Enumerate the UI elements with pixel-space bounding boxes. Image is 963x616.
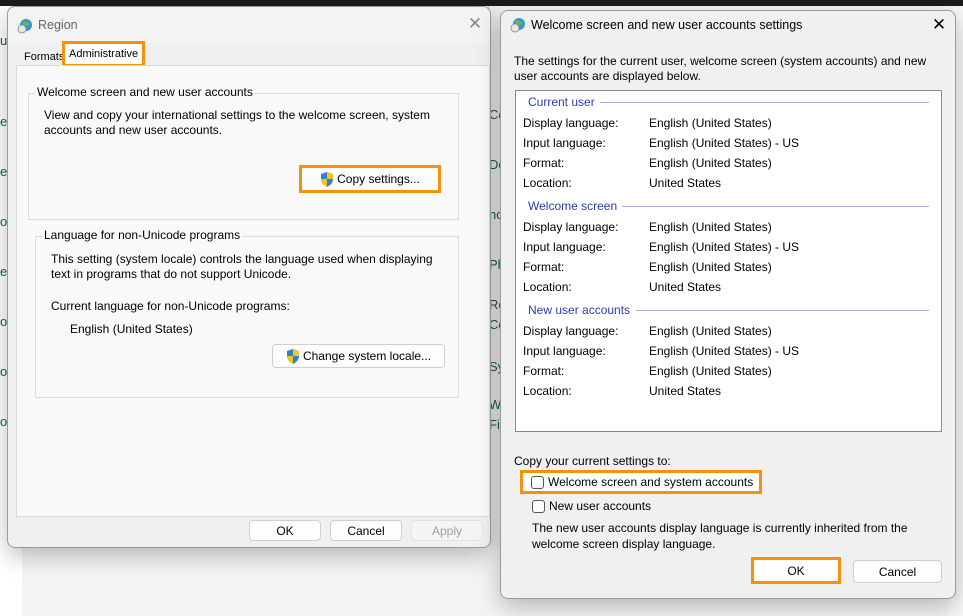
button-label: Copy settings...: [337, 172, 420, 186]
row-label: Location:: [523, 384, 572, 398]
divider: [622, 206, 929, 207]
title-bar: Welcome screen and new user accounts set…: [501, 11, 955, 47]
description: accounts and new user accounts.: [44, 123, 223, 137]
divider: [600, 102, 929, 103]
cancel-button[interactable]: Cancel: [853, 560, 942, 583]
ok-button[interactable]: OK: [249, 520, 321, 541]
ok-button[interactable]: OK: [751, 557, 841, 584]
window-title: Region: [38, 18, 78, 32]
row-label: Format:: [523, 156, 565, 170]
row-value: United States: [649, 384, 722, 398]
row-label: Display language:: [523, 220, 619, 234]
globe-clock-icon: [510, 18, 525, 33]
section-heading-new-user-accounts: New user accounts: [528, 303, 631, 317]
checkbox-label: New user accounts: [549, 499, 652, 513]
section-heading-welcome-screen: Welcome screen: [528, 199, 618, 213]
title-bar: Region ✕: [8, 7, 490, 43]
welcome-screen-checkbox[interactable]: [531, 475, 544, 489]
new-user-accounts-checkbox-row[interactable]: New user accounts: [532, 499, 651, 513]
row-label: Location:: [523, 176, 572, 190]
cancel-button[interactable]: Cancel: [330, 520, 402, 541]
inheritance-note: welcome screen display language.: [532, 537, 716, 551]
apply-button[interactable]: Apply: [411, 520, 483, 541]
intro-text: user accounts are displayed below.: [514, 69, 701, 83]
new-user-accounts-checkbox[interactable]: [532, 499, 545, 513]
row-label: Location:: [523, 280, 572, 294]
button-label: Change system locale...: [302, 349, 432, 363]
copy-settings-button[interactable]: Copy settings...: [299, 165, 441, 193]
row-label: Format:: [523, 260, 565, 274]
unicode-group: Language for non-Unicode programs This s…: [35, 228, 459, 398]
tab-administrative[interactable]: Administrative: [62, 41, 146, 67]
uac-shield-icon: [286, 348, 299, 364]
close-button[interactable]: ✕: [928, 14, 950, 36]
current-language-label: Current language for non-Unicode program…: [51, 299, 290, 313]
row-label: Input language:: [523, 136, 606, 150]
inheritance-note: The new user accounts display language i…: [532, 521, 908, 535]
divider: [636, 310, 929, 311]
row-value: United States: [649, 280, 722, 294]
row-value: English (United States): [649, 364, 772, 378]
row-value: English (United States) - US: [649, 136, 800, 150]
settings-summary-box: Current user Display language: English (…: [515, 90, 942, 432]
globe-clock-icon: [17, 19, 32, 34]
row-label: Input language:: [523, 344, 606, 358]
welcome-settings-dialog: Welcome screen and new user accounts set…: [500, 10, 956, 599]
row-value: English (United States): [649, 156, 772, 170]
tab-panel-administrative: Welcome screen and new user accounts Vie…: [16, 65, 490, 517]
description: text in programs that do not support Uni…: [51, 267, 292, 281]
uac-shield-icon: [321, 171, 334, 187]
description: This setting (system locale) controls th…: [51, 252, 433, 266]
row-value: English (United States): [649, 116, 772, 130]
row-value: United States: [649, 176, 722, 190]
close-button[interactable]: ✕: [464, 13, 486, 35]
current-language-value: English (United States): [70, 322, 193, 336]
row-label: Format:: [523, 364, 565, 378]
row-label: Display language:: [523, 116, 619, 130]
row-value: English (United States): [649, 220, 772, 234]
copy-settings-label: Copy your current settings to:: [514, 454, 671, 468]
window-title: Welcome screen and new user accounts set…: [531, 18, 803, 32]
row-value: English (United States): [649, 260, 772, 274]
row-value: English (United States) - US: [649, 344, 800, 358]
intro-text: The settings for the current user, welco…: [514, 54, 927, 68]
region-dialog: Region ✕ Formats Administrative Welcome …: [7, 6, 491, 548]
section-heading-current-user: Current user: [528, 95, 595, 109]
welcome-screen-checkbox-row[interactable]: Welcome screen and system accounts: [520, 470, 763, 494]
checkbox-label: Welcome screen and system accounts: [548, 475, 754, 489]
description: View and copy your international setting…: [44, 108, 430, 122]
group-legend: Welcome screen and new user accounts: [35, 85, 255, 99]
change-system-locale-button[interactable]: Change system locale...: [272, 344, 445, 368]
welcome-group: Welcome screen and new user accounts Vie…: [28, 85, 459, 220]
group-legend: Language for non-Unicode programs: [42, 228, 243, 242]
row-label: Input language:: [523, 240, 606, 254]
row-value: English (United States) - US: [649, 240, 800, 254]
row-label: Display language:: [523, 324, 619, 338]
row-value: English (United States): [649, 324, 772, 338]
